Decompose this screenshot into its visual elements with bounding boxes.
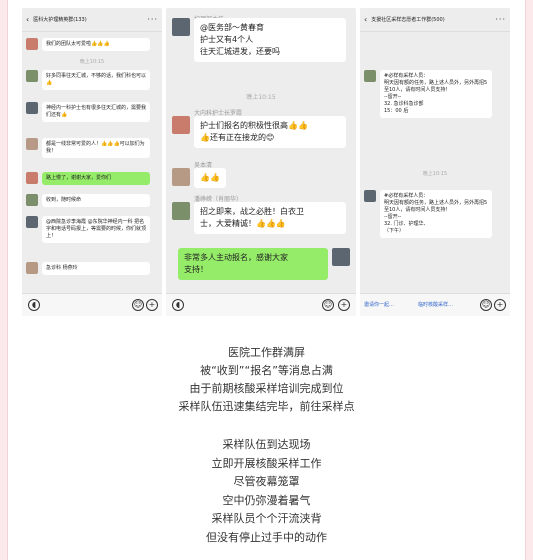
message-line: 明天因有额的任务，路上述人员外，另外再招5至10人，请有时间人员支持！	[384, 80, 488, 93]
chat-message: #必样有采样人员： 明天因有额的任务，路上述人员外，另外再招5至10人，请有时间…	[364, 190, 492, 238]
message-line: 明天因有额的任务，路上述人员外，另外再招5至10人，请有时间人员支持！	[384, 200, 488, 213]
caption-line: 由于前期核酸采样培训完成到位	[189, 382, 344, 395]
message-line: 支持！	[184, 265, 208, 274]
caption-line: 采样队员个个汗流浃背	[211, 512, 322, 525]
chat-message: 招之即来，战之必胜！白衣卫 士，大爱精诚！👍👍👍	[172, 202, 346, 234]
caption-line: 医院工作群满屏	[228, 346, 305, 359]
plus-icon[interactable]: +	[146, 299, 158, 311]
caption-block-1: 医院工作群满屏 被“收到”“报名”等消息占满 由于前期核酸采样培训完成到位 采样…	[8, 344, 525, 416]
chat-message: 急诊科 杨燕玲	[26, 262, 150, 275]
message-line: --留开--	[384, 214, 402, 220]
caption-line: 立即开展核酸采样工作	[211, 456, 322, 470]
mini-program-link[interactable]: 临时核酸采样…	[418, 301, 453, 308]
caption-line: 尽管夜幕笼罩	[233, 475, 300, 488]
chat-message: 好多同事往天汇城，不够的话，我们科也可以👍	[26, 70, 150, 90]
timestamp: 晚上10:15	[422, 171, 448, 177]
chat-message-self: 非常多人主动报名，感谢大家 支持！	[174, 248, 350, 280]
avatar	[172, 116, 190, 134]
caption-line: 空中仍弥漫着暑气	[222, 493, 311, 507]
more-icon[interactable]: ···	[147, 15, 158, 24]
message-line: #必样有采样人员：	[384, 73, 429, 79]
emoji-icon[interactable]: ☺	[480, 299, 492, 311]
chat-message: 神经内一科护士也有很多往天汇城的，需要我们还有👍	[26, 102, 150, 122]
mini-program-link[interactable]: 邀请你一起…	[364, 301, 394, 308]
message-line: 往天汇城进发，还要吗	[200, 47, 280, 56]
avatar	[26, 102, 38, 114]
chat-title: 医科大护理精英群(133)	[33, 17, 87, 23]
avatar	[26, 216, 38, 228]
input-bar: 邀请你一起… 临时核酸采样… ☺ +	[360, 293, 510, 316]
emoji-icon[interactable]: ☺	[322, 299, 334, 311]
chat-message: @医务部～黄春育 护士又有4个人 往天汇城进发，还要吗	[172, 18, 346, 62]
message-line: （下午）	[384, 228, 405, 234]
caption-line: 被“收到”“报名”等消息占满	[200, 364, 333, 377]
timestamp: 晚上10:15	[79, 59, 105, 65]
caption-line: 采样队伍迅速集结完毕，前往采样点	[178, 400, 355, 413]
chat-header: ‹ 医科大护理精英群(133) ···	[22, 8, 162, 32]
caption-line: 但没有停止过手中的动作	[206, 530, 327, 544]
avatar	[172, 18, 190, 36]
chat-message: 收到，随时候命	[26, 194, 150, 207]
avatar	[172, 168, 190, 186]
input-bar: ◖ ☺ +	[166, 293, 356, 316]
message-line: @医务部～黄春育	[200, 23, 264, 32]
back-arrow-icon[interactable]: ‹	[364, 15, 367, 24]
back-arrow-icon[interactable]: ‹	[26, 15, 29, 24]
input-bar: ◖ ☺ +	[22, 293, 162, 316]
avatar	[26, 194, 38, 206]
avatar	[172, 202, 190, 220]
chat-message: 路上慢了，谢谢大家，爱你们	[26, 172, 150, 185]
chat-screenshot-2: 护理部主任 @医务部～黄春育 护士又有4个人 往天汇城进发，还要吗 晚上10:1…	[166, 8, 356, 316]
avatar	[26, 262, 38, 274]
message-line: 32. 门诊、护理华、	[384, 221, 429, 227]
avatar	[26, 172, 38, 184]
avatar	[364, 70, 376, 82]
message-line: 15：00 后	[384, 108, 409, 114]
emoji-icon[interactable]: ☺	[132, 299, 144, 311]
chat-message: 👍👍	[172, 168, 226, 188]
avatar	[26, 138, 38, 150]
message-line: 护士们报名的积极性很高👍👍	[200, 121, 308, 130]
voice-icon[interactable]: ◖	[172, 299, 184, 311]
message-line: --留开--	[384, 94, 402, 100]
chat-message: #必样有采样人员： 明天因有额的任务，路上述人员外，另外再招5至10人，请有时间…	[364, 70, 492, 118]
chat-screenshot-3: ‹ 支援社区采样志愿者工作群(500) ··· #必样有采样人员： 明天因有额的…	[360, 8, 510, 316]
avatar	[26, 70, 38, 82]
chat-screenshot-1: ‹ 医科大护理精英群(133) ··· 我们的团队太可爱啦👍👍👍 晚上10:15…	[22, 8, 162, 316]
chat-header: ‹ 支援社区采样志愿者工作群(500) ···	[360, 8, 510, 32]
caption-line: 采样队伍到达现场	[222, 438, 311, 451]
more-icon[interactable]: ···	[495, 15, 506, 24]
caption-block-2: 采样队伍到达现场 立即开展核酸采样工作 尽管夜幕笼罩 空中仍弥漫着暑气 采样队员…	[8, 436, 525, 547]
voice-icon[interactable]: ◖	[28, 299, 40, 311]
avatar	[364, 190, 376, 202]
chat-message: @西院急诊李海霞 @东院华神经内一科 把名字和电话号码报上，等需要的时候，你们就…	[26, 216, 150, 243]
avatar	[26, 38, 38, 50]
message-line: 非常多人主动报名，感谢大家	[184, 253, 288, 262]
chat-message: 我们的团队太可爱啦👍👍👍	[26, 38, 150, 51]
plus-icon[interactable]: +	[338, 299, 350, 311]
message-line: 招之即来，战之必胜！白衣卫	[200, 207, 304, 216]
chat-title: 支援社区采样志愿者工作群(500)	[371, 17, 445, 23]
plus-icon[interactable]: +	[494, 299, 506, 311]
message-line: 士，大爱精诚！👍👍👍	[200, 219, 286, 228]
chat-message: 护士们报名的积极性很高👍👍 👍还有正在接龙的😊	[172, 116, 346, 148]
avatar	[332, 248, 350, 266]
message-line: 32. 急诊科急诊部	[384, 101, 424, 107]
timestamp: 晚上10:15	[246, 94, 276, 101]
chat-message: 都是一线非常可爱的人！👍👍👍可以加们为我！	[26, 138, 150, 158]
message-line: 护士又有4个人	[200, 35, 254, 44]
message-line: 👍还有正在接龙的😊	[200, 133, 275, 142]
message-line: #必样有采样人员：	[384, 193, 429, 199]
